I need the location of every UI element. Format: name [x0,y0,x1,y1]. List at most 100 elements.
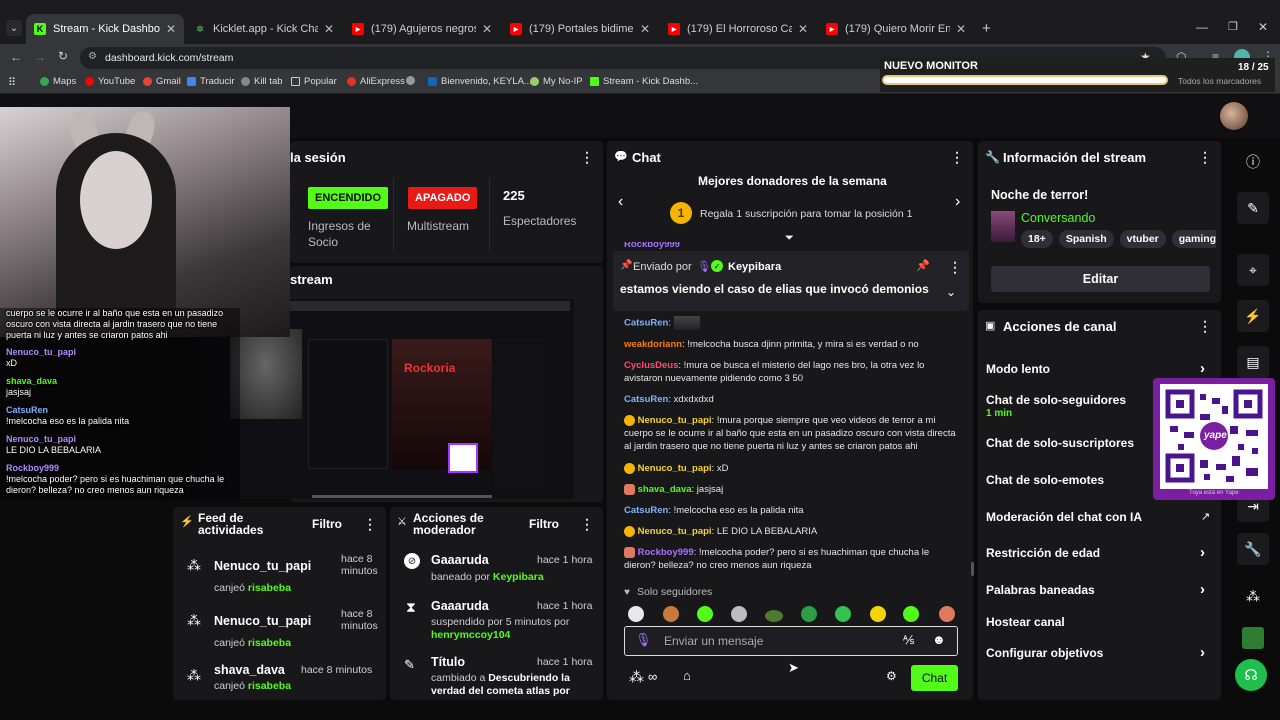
tab-youtube-3[interactable]: ▶ (179) El Horroroso Caso De Elías...✕ [660,14,816,44]
emote-icon[interactable] [663,606,679,622]
tab-youtube-2[interactable]: ▶ (179) Portales bidimensionales...✕ [502,14,658,44]
bookmark-youtube[interactable]: YouTube [85,76,135,87]
bookmark-traducir[interactable]: Traducir [187,76,235,87]
status-on-badge[interactable]: ENCENDIDO [308,187,389,209]
bookmark-my-no-ip[interactable]: My No-IP [530,76,583,87]
close-icon[interactable]: ✕ [166,22,176,36]
store-icon[interactable]: ⌂ [683,668,691,683]
close-icon[interactable]: ✕ [324,22,334,36]
action-host-channel[interactable]: Hostear canal [978,611,1221,633]
support-headset-icon[interactable]: ☊ [1235,659,1267,691]
bookmark-blank[interactable] [406,76,415,85]
forward-arrow-icon[interactable]: → [34,50,46,64]
category-thumbnail[interactable] [991,211,1015,242]
emote-icon[interactable] [765,610,783,622]
mod-action-item[interactable]: ⧗ Gaaaruda hace 1 hora suspendido por 5 … [390,597,603,645]
mod-action-item[interactable]: ⊘ Gaaaruda hace 1 hora baneado por Keypi… [390,551,603,595]
bookmark-aliexpress[interactable]: AliExpress [347,76,405,87]
activity-item[interactable]: ⁂ Nenuco_tu_papi hace 8 minutos canjeó r… [173,551,386,601]
back-arrow-icon[interactable]: ← [10,50,22,64]
close-icon[interactable]: ✕ [482,22,492,36]
chevron-right-icon[interactable]: › [1200,544,1205,561]
action-age-restriction[interactable]: Restricción de edad [978,542,1221,564]
bookmark-popular[interactable]: Popular [291,76,337,87]
minimize-button[interactable]: — [1196,20,1208,34]
unpin-icon[interactable]: 📌 [916,259,930,272]
chat-message[interactable]: Nenuco_tu_papi: xD [624,462,959,475]
chat-input[interactable]: Enviar un mensaje [664,634,763,648]
mod-menu-icon[interactable]: ⋮ [580,516,594,533]
chat-message[interactable]: CatsuRen: xdxdxdxd [624,393,959,406]
activity-menu-icon[interactable]: ⋮ [363,516,377,533]
emote-icon[interactable] [835,606,851,622]
chevron-right-icon[interactable]: › [1200,360,1205,377]
lightning-icon[interactable]: ⚡ [1237,300,1269,332]
mod-filter-button[interactable]: Filtro [529,517,559,531]
chevron-right-icon[interactable]: › [1200,581,1205,598]
chevron-left-icon[interactable]: ‹ [618,193,623,211]
user-avatar[interactable] [1220,102,1248,130]
apps-icon[interactable]: ⠿ [8,76,16,89]
close-icon[interactable]: ✕ [798,22,808,36]
pinned-menu-icon[interactable]: ⋮ [948,259,962,276]
tab-youtube-1[interactable]: ▶ (179) Agujeros negros: los porta...✕ [344,14,500,44]
pencil-icon[interactable]: ✎ [1237,192,1269,224]
app-icon[interactable] [1237,622,1269,654]
chat-input-box[interactable]: 🎙 Enviar un mensaje ⅍ ☻ [624,626,958,656]
emote-icon[interactable] [870,606,886,622]
chevron-right-icon[interactable]: › [1200,644,1205,661]
bookmark-bienvenido[interactable]: Bienvenido, KEYLA... [428,76,532,87]
points-icon[interactable]: ⁂ [629,668,644,686]
wrench-icon[interactable]: 🔧 [1237,533,1269,565]
external-link-icon[interactable]: ↗ [1201,510,1210,523]
reload-icon[interactable]: ↻ [58,49,68,63]
info-menu-icon[interactable]: ⋮ [1198,149,1212,166]
tag[interactable]: Spanish [1058,230,1114,248]
infinity-icon[interactable]: ∞ [648,669,657,684]
chat-message[interactable]: CyclusDeus: !mura oe busca el misterio d… [624,359,959,385]
emoji-icon[interactable]: ☻ [932,632,946,647]
bookmark-kick-dashboard[interactable]: Stream - Kick Dashb... [590,76,698,87]
edit-button[interactable]: Editar [991,266,1210,292]
emote-icon[interactable] [731,606,747,622]
chat-menu-icon[interactable]: ⋮ [950,149,964,166]
activity-item[interactable]: ⁂ shava_dava hace 8 minutos canjeó risab… [173,661,386,700]
focus-icon[interactable]: ⌖ [1237,254,1269,286]
new-tab-button[interactable]: + [982,20,991,37]
gear-icon[interactable]: ⚙ [886,669,897,683]
chevron-right-icon[interactable]: › [955,193,960,211]
bookmark-maps[interactable]: Maps [40,76,76,87]
session-menu-icon[interactable]: ⋮ [580,149,594,166]
action-ai-moderation[interactable]: Moderación del chat con IA [978,506,1221,528]
chat-message[interactable]: shava_dava: jasjsaj [624,483,959,496]
points-icon[interactable]: ⁂ [1237,580,1269,612]
bookmark-gmail[interactable]: Gmail [143,76,181,87]
category-link[interactable]: Conversando [1021,211,1095,225]
chat-message[interactable]: Nenuco_tu_papi: LE DIO LA BEBALARIA [624,525,959,538]
close-icon[interactable]: ✕ [640,22,650,36]
restore-button[interactable]: ❐ [1228,20,1238,33]
chat-message[interactable]: CatsuRen: [624,316,959,330]
chat-message[interactable]: Rockboy999: !melcocha poder? pero si es … [624,546,959,572]
emote-icon[interactable] [697,606,713,622]
info-icon[interactable]: ⓘ [1237,146,1269,178]
close-window-button[interactable]: ✕ [1258,20,1268,34]
chat-message[interactable]: CatsuRen: !melcocha eso es la palida nit… [624,504,959,517]
notes-icon[interactable]: ▤ [1237,346,1269,378]
pinned-message[interactable]: 📌 Enviado por 🎙 ✓ Keypibara 📌 ⋮ estamos … [613,251,969,311]
mod-action-item[interactable]: ✎ Título hace 1 hora cambiado a Descubri… [390,655,603,700]
emote-icon[interactable] [939,606,955,622]
chat-message[interactable]: weakdoriann: !melcocha busca djinn primi… [624,338,959,351]
chat-send-button[interactable]: Chat [911,665,958,691]
tab-youtube-4[interactable]: ▶ (179) Quiero Morir En Tu Piel -...✕ [818,14,974,44]
status-off-badge[interactable]: APAGADO [408,187,478,209]
action-slow-mode[interactable]: Modo lento [978,358,1221,380]
emote-icon[interactable] [903,606,919,622]
activity-item[interactable]: ⁂ Nenuco_tu_papi hace 8 minutos canjeó r… [173,606,386,656]
action-configure-goals[interactable]: Configurar objetivos [978,642,1221,664]
tab-kick-dashboard[interactable]: K Stream - Kick Dashboard✕ [26,14,184,44]
channel-actions-menu-icon[interactable]: ⋮ [1198,318,1212,335]
tag[interactable]: vtuber [1119,230,1166,248]
emote-icon[interactable] [628,606,644,622]
tag[interactable]: gaming [1171,230,1216,248]
